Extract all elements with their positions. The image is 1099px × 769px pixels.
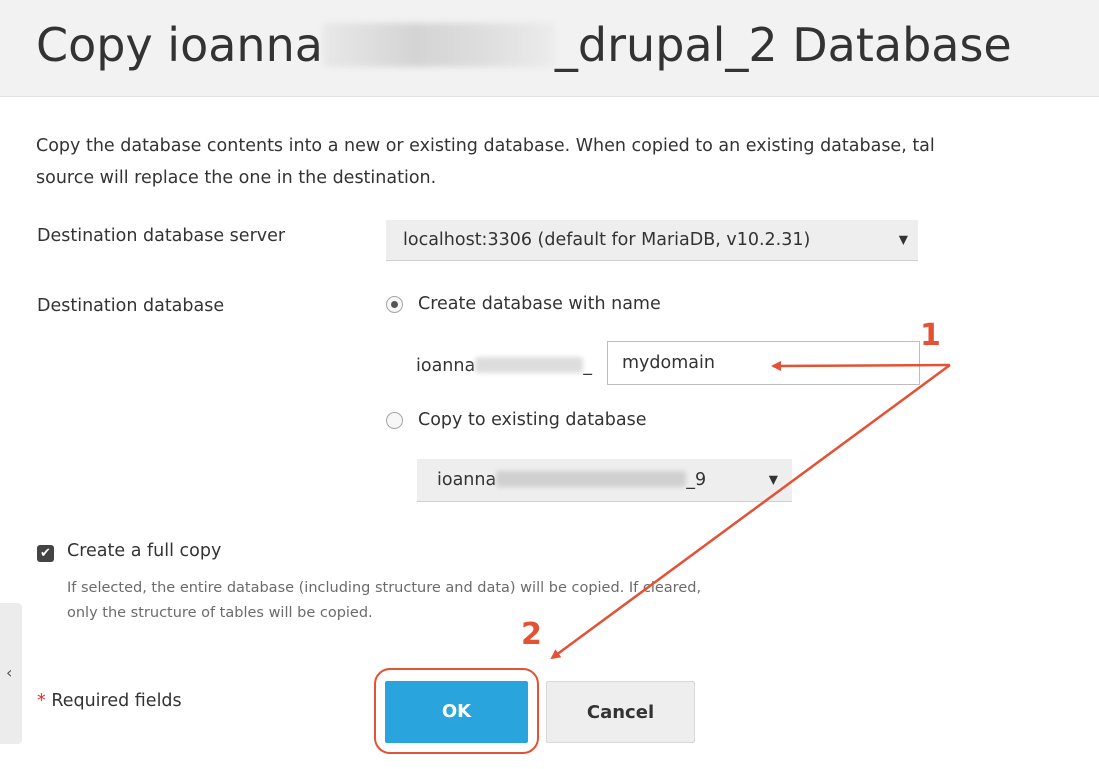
existing-database-select[interactable]: ioanna _9 ▼ (417, 459, 792, 502)
redacted-text (475, 357, 584, 373)
full-copy-checkbox[interactable]: ✔ (37, 545, 54, 562)
annotation-step-1: 1 (920, 318, 941, 353)
server-select[interactable]: localhost:3306 (default for MariaDB, v10… (386, 220, 918, 261)
required-star: * (37, 691, 46, 711)
full-copy-hint: If selected, the entire database (includ… (67, 576, 867, 626)
required-fields-note: * Required fields (37, 691, 182, 711)
existing-db-prefix: ioanna (437, 470, 497, 490)
chevron-left-icon: ‹ (6, 663, 13, 682)
annotation-arrows (550, 360, 951, 660)
db-name-prefix: ioanna _ (416, 356, 592, 376)
intro-text: Copy the database contents into a new or… (36, 130, 1099, 194)
redacted-text (496, 471, 687, 487)
page-title-prefix: Copy ioanna (36, 18, 323, 72)
intro-line-2: source will replace the one in the desti… (36, 168, 437, 188)
radio-copy-existing[interactable]: Copy to existing database (386, 410, 647, 430)
required-fields-label: Required fields (51, 691, 182, 711)
title-bar: Copy ioanna _drupal_2 Database (0, 0, 1099, 97)
server-select-value: localhost:3306 (default for MariaDB, v10… (403, 230, 811, 250)
hint-line-1: If selected, the entire database (includ… (67, 580, 702, 596)
page-title: Copy ioanna _drupal_2 Database (36, 12, 1012, 78)
db-name-prefix-end: _ (583, 356, 592, 376)
radio-button-create[interactable] (386, 295, 403, 313)
existing-db-suffix: _9 (686, 470, 707, 490)
hint-line-2: only the structure of tables will be cop… (67, 605, 373, 621)
radio-button-existing[interactable] (386, 411, 403, 429)
radio-create-database[interactable]: Create database with name (386, 294, 661, 314)
full-copy-label: Create a full copy (67, 541, 222, 561)
caret-down-icon: ▼ (768, 472, 778, 487)
db-name-prefix-start: ioanna (416, 356, 476, 376)
checkmark-icon: ✔ (40, 546, 51, 561)
radio-existing-label: Copy to existing database (418, 410, 647, 430)
annotation-step-2: 2 (521, 617, 542, 652)
redacted-text (322, 23, 555, 67)
radio-create-label: Create database with name (418, 294, 661, 314)
server-label: Destination database server (37, 226, 286, 246)
intro-line-1: Copy the database contents into a new or… (36, 136, 935, 156)
page-title-suffix: _drupal_2 Database (554, 18, 1012, 72)
database-name-value: mydomain (622, 353, 715, 373)
database-name-input[interactable]: mydomain (607, 341, 920, 385)
cancel-button[interactable]: Cancel (546, 681, 695, 743)
caret-down-icon: ▼ (898, 232, 908, 247)
destination-label: Destination database (37, 296, 225, 316)
side-panel-toggle[interactable]: ‹ (0, 603, 22, 744)
ok-button[interactable]: OK (385, 681, 528, 743)
